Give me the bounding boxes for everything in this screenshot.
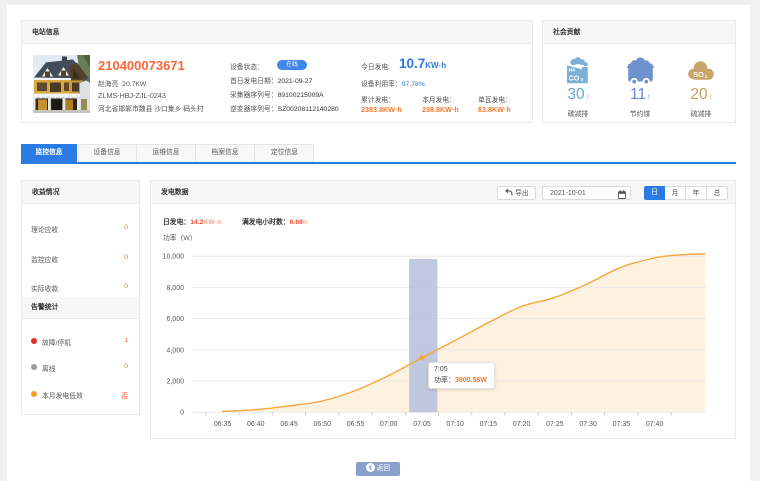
svg-text:2: 2 bbox=[581, 77, 584, 82]
svg-text:2,000: 2,000 bbox=[166, 379, 184, 386]
svg-text:06:50: 06:50 bbox=[314, 421, 332, 428]
svg-text:07:40: 07:40 bbox=[646, 421, 664, 428]
svg-text:6,000: 6,000 bbox=[166, 316, 184, 323]
svg-text:4,000: 4,000 bbox=[166, 347, 184, 354]
svg-text:06:40: 06:40 bbox=[247, 421, 265, 428]
svg-text:06:45: 06:45 bbox=[280, 421, 298, 428]
svg-text:07:05: 07:05 bbox=[413, 421, 431, 428]
svg-text:07:30: 07:30 bbox=[579, 421, 597, 428]
svg-text:0: 0 bbox=[180, 410, 184, 417]
svg-text:SO: SO bbox=[693, 70, 704, 79]
svg-text:2: 2 bbox=[705, 74, 708, 79]
svg-text:07:10: 07:10 bbox=[446, 421, 464, 428]
svg-text:8,000: 8,000 bbox=[166, 285, 184, 292]
svg-text:CO: CO bbox=[569, 73, 580, 82]
svg-text:07:35: 07:35 bbox=[613, 421, 631, 428]
svg-text:07:15: 07:15 bbox=[480, 421, 498, 428]
svg-text:06:55: 06:55 bbox=[347, 421, 365, 428]
svg-text:10,000: 10,000 bbox=[163, 254, 185, 261]
svg-text:07:25: 07:25 bbox=[546, 421, 564, 428]
svg-text:07:20: 07:20 bbox=[513, 421, 531, 428]
svg-text:06:35: 06:35 bbox=[214, 421, 232, 428]
svg-text:07:00: 07:00 bbox=[380, 421, 398, 428]
